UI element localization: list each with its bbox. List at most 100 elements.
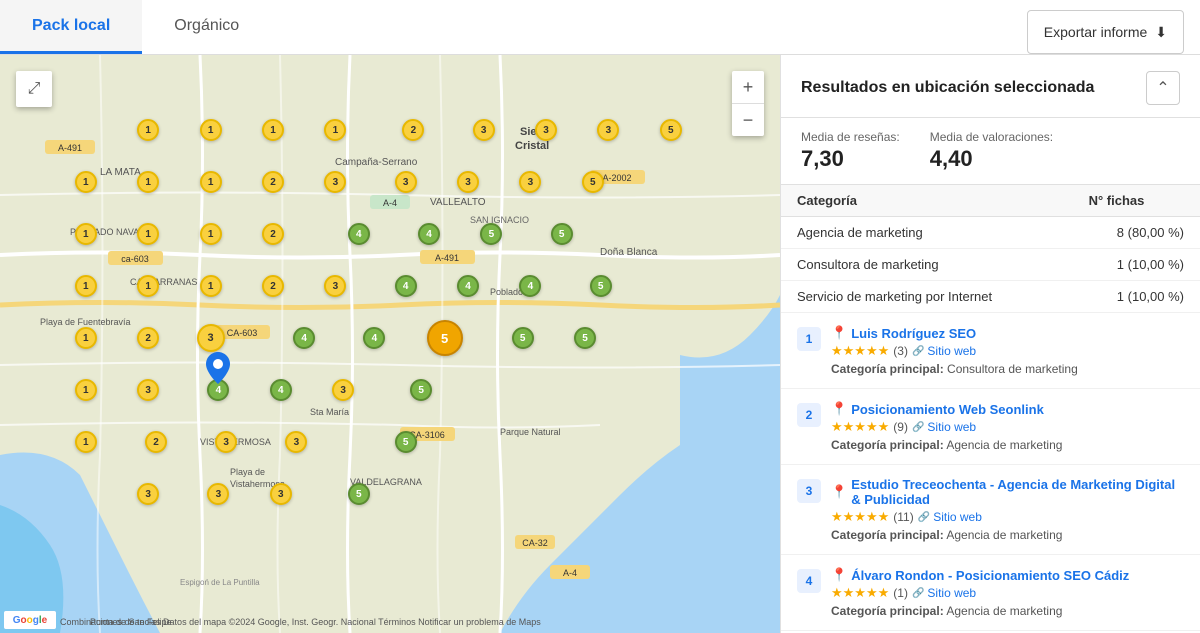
map-marker[interactable]: 4 bbox=[348, 223, 370, 245]
svg-text:Cristal: Cristal bbox=[515, 140, 549, 152]
collapse-button[interactable]: ⌃ bbox=[1146, 71, 1180, 105]
zoom-in-button[interactable]: + bbox=[732, 71, 764, 103]
map-marker[interactable]: 1 bbox=[75, 275, 97, 297]
web-link[interactable]: 🔗 Sitio web bbox=[918, 510, 982, 524]
stars-icon: ★★★★★ bbox=[831, 585, 889, 601]
map-marker[interactable]: 3 bbox=[207, 483, 229, 505]
result-stars: ★★★★★ (11) 🔗 Sitio web bbox=[831, 509, 1184, 525]
svg-text:Campaña-Serrano: Campaña-Serrano bbox=[335, 157, 418, 168]
map-marker[interactable]: 2 bbox=[262, 171, 284, 193]
map-marker[interactable]: 3 bbox=[519, 171, 541, 193]
map-marker[interactable]: 1 bbox=[75, 223, 97, 245]
map-marker[interactable]: 1 bbox=[200, 119, 222, 141]
map-marker[interactable]: 3 bbox=[473, 119, 495, 141]
export-button[interactable]: Exportar informe ⬇ bbox=[1027, 10, 1184, 54]
category-row: Consultora de marketing1 (10,00 %) bbox=[781, 249, 1200, 281]
result-item[interactable]: 1 📍 Luis Rodríguez SEO ★★★★★ (3) 🔗 Sitio… bbox=[781, 313, 1200, 389]
map-marker[interactable]: 3 bbox=[197, 324, 225, 352]
map-marker[interactable]: 3 bbox=[215, 431, 237, 453]
map-marker[interactable]: 4 bbox=[395, 275, 417, 297]
map-marker[interactable]: 5 bbox=[551, 223, 573, 245]
result-item[interactable]: 3 📍 Estudio Treceochenta - Agencia de Ma… bbox=[781, 465, 1200, 555]
map-marker[interactable]: 3 bbox=[332, 379, 354, 401]
map-marker[interactable]: 3 bbox=[270, 483, 292, 505]
map-marker[interactable]: 5 bbox=[395, 431, 417, 453]
svg-text:VALLEALTO: VALLEALTO bbox=[430, 197, 486, 208]
result-item[interactable]: 2 📍 Posicionamiento Web Seonlink ★★★★★ (… bbox=[781, 389, 1200, 465]
web-link[interactable]: 🔗 Sitio web bbox=[912, 420, 976, 434]
web-link[interactable]: 🔗 Sitio web bbox=[912, 586, 976, 600]
map-marker[interactable]: 1 bbox=[75, 327, 97, 349]
map-marker[interactable]: 5 bbox=[427, 320, 463, 356]
map-marker[interactable]: 4 bbox=[519, 275, 541, 297]
result-number: 4 bbox=[797, 569, 821, 593]
map-marker[interactable]: 1 bbox=[137, 275, 159, 297]
map-marker[interactable]: 1 bbox=[262, 119, 284, 141]
map-marker[interactable]: 3 bbox=[535, 119, 557, 141]
map-marker[interactable]: 3 bbox=[137, 379, 159, 401]
category-principal: Categoría principal: Agencia de marketin… bbox=[831, 604, 1184, 618]
tab-pack-local[interactable]: Pack local bbox=[0, 0, 142, 54]
map-marker[interactable]: 2 bbox=[402, 119, 424, 141]
results-list[interactable]: 1 📍 Luis Rodríguez SEO ★★★★★ (3) 🔗 Sitio… bbox=[781, 313, 1200, 633]
review-count: (9) bbox=[893, 420, 908, 434]
map-credits: Combinaciones de teclas Datos del mapa ©… bbox=[60, 617, 541, 627]
col-header-fichas: N° fichas bbox=[1073, 185, 1200, 217]
map-marker[interactable]: 5 bbox=[660, 119, 682, 141]
map-marker[interactable]: 3 bbox=[395, 171, 417, 193]
map-marker[interactable]: 5 bbox=[512, 327, 534, 349]
fullscreen-button[interactable]: ⤢ bbox=[16, 71, 52, 107]
map-marker[interactable]: 3 bbox=[137, 483, 159, 505]
map-marker[interactable]: 2 bbox=[137, 327, 159, 349]
zoom-out-button[interactable]: − bbox=[732, 104, 764, 136]
map-marker[interactable]: 1 bbox=[75, 171, 97, 193]
map-marker[interactable]: 1 bbox=[200, 223, 222, 245]
map-marker[interactable]: 5 bbox=[348, 483, 370, 505]
map-marker[interactable]: 4 bbox=[418, 223, 440, 245]
map-marker[interactable]: 1 bbox=[75, 431, 97, 453]
map-marker[interactable]: 3 bbox=[285, 431, 307, 453]
map-marker[interactable]: 5 bbox=[574, 327, 596, 349]
map-marker[interactable]: 5 bbox=[582, 171, 604, 193]
map-marker[interactable]: 4 bbox=[363, 327, 385, 349]
map-marker[interactable]: 4 bbox=[457, 275, 479, 297]
map-marker[interactable]: 3 bbox=[597, 119, 619, 141]
map-marker[interactable]: 3 bbox=[324, 171, 346, 193]
result-name: 📍 Estudio Treceochenta - Agencia de Mark… bbox=[831, 477, 1184, 507]
map-marker[interactable]: 1 bbox=[137, 171, 159, 193]
map-marker[interactable]: 1 bbox=[200, 275, 222, 297]
map-marker[interactable]: 2 bbox=[145, 431, 167, 453]
map-marker[interactable]: 3 bbox=[324, 275, 346, 297]
map-marker[interactable]: 1 bbox=[75, 379, 97, 401]
map-marker[interactable]: 5 bbox=[590, 275, 612, 297]
map-marker[interactable]: 3 bbox=[457, 171, 479, 193]
svg-text:ca-603: ca-603 bbox=[121, 254, 149, 264]
map-marker[interactable]: 2 bbox=[262, 275, 284, 297]
svg-text:A-491: A-491 bbox=[435, 253, 459, 263]
map-marker[interactable]: 1 bbox=[137, 119, 159, 141]
export-icon: ⬇ bbox=[1155, 24, 1167, 41]
result-number: 1 bbox=[797, 327, 821, 351]
result-body: 📍 Luis Rodríguez SEO ★★★★★ (3) 🔗 Sitio w… bbox=[831, 325, 1184, 376]
tab-organico[interactable]: Orgánico bbox=[142, 0, 271, 54]
map-marker[interactable]: 5 bbox=[410, 379, 432, 401]
map-marker[interactable]: 2 bbox=[262, 223, 284, 245]
cat-fichas: 1 (10,00 %) bbox=[1073, 249, 1200, 281]
result-item[interactable]: 4 📍 Álvaro Rondon - Posicionamiento SEO … bbox=[781, 555, 1200, 631]
map-marker[interactable]: 1 bbox=[200, 171, 222, 193]
map-marker[interactable]: 1 bbox=[324, 119, 346, 141]
result-name: 📍 Luis Rodríguez SEO bbox=[831, 325, 1184, 341]
map-marker[interactable]: 4 bbox=[293, 327, 315, 349]
reviews-value: 7,30 bbox=[801, 146, 900, 172]
map-marker[interactable]: 5 bbox=[480, 223, 502, 245]
ratings-value: 4,40 bbox=[930, 146, 1053, 172]
result-number: 2 bbox=[797, 403, 821, 427]
web-link[interactable]: 🔗 Sitio web bbox=[912, 344, 976, 358]
external-link-icon: 🔗 bbox=[912, 346, 924, 357]
map-container[interactable]: A-491 ca-603 CA-603 A-491 A-4 A-2002 CA-… bbox=[0, 55, 780, 633]
map-marker[interactable]: 4 bbox=[270, 379, 292, 401]
stars-icon: ★★★★★ bbox=[831, 509, 889, 525]
map-marker[interactable]: 1 bbox=[137, 223, 159, 245]
svg-text:A-2002: A-2002 bbox=[602, 173, 631, 183]
right-panel: Resultados en ubicación seleccionada ⌃ M… bbox=[780, 55, 1200, 633]
